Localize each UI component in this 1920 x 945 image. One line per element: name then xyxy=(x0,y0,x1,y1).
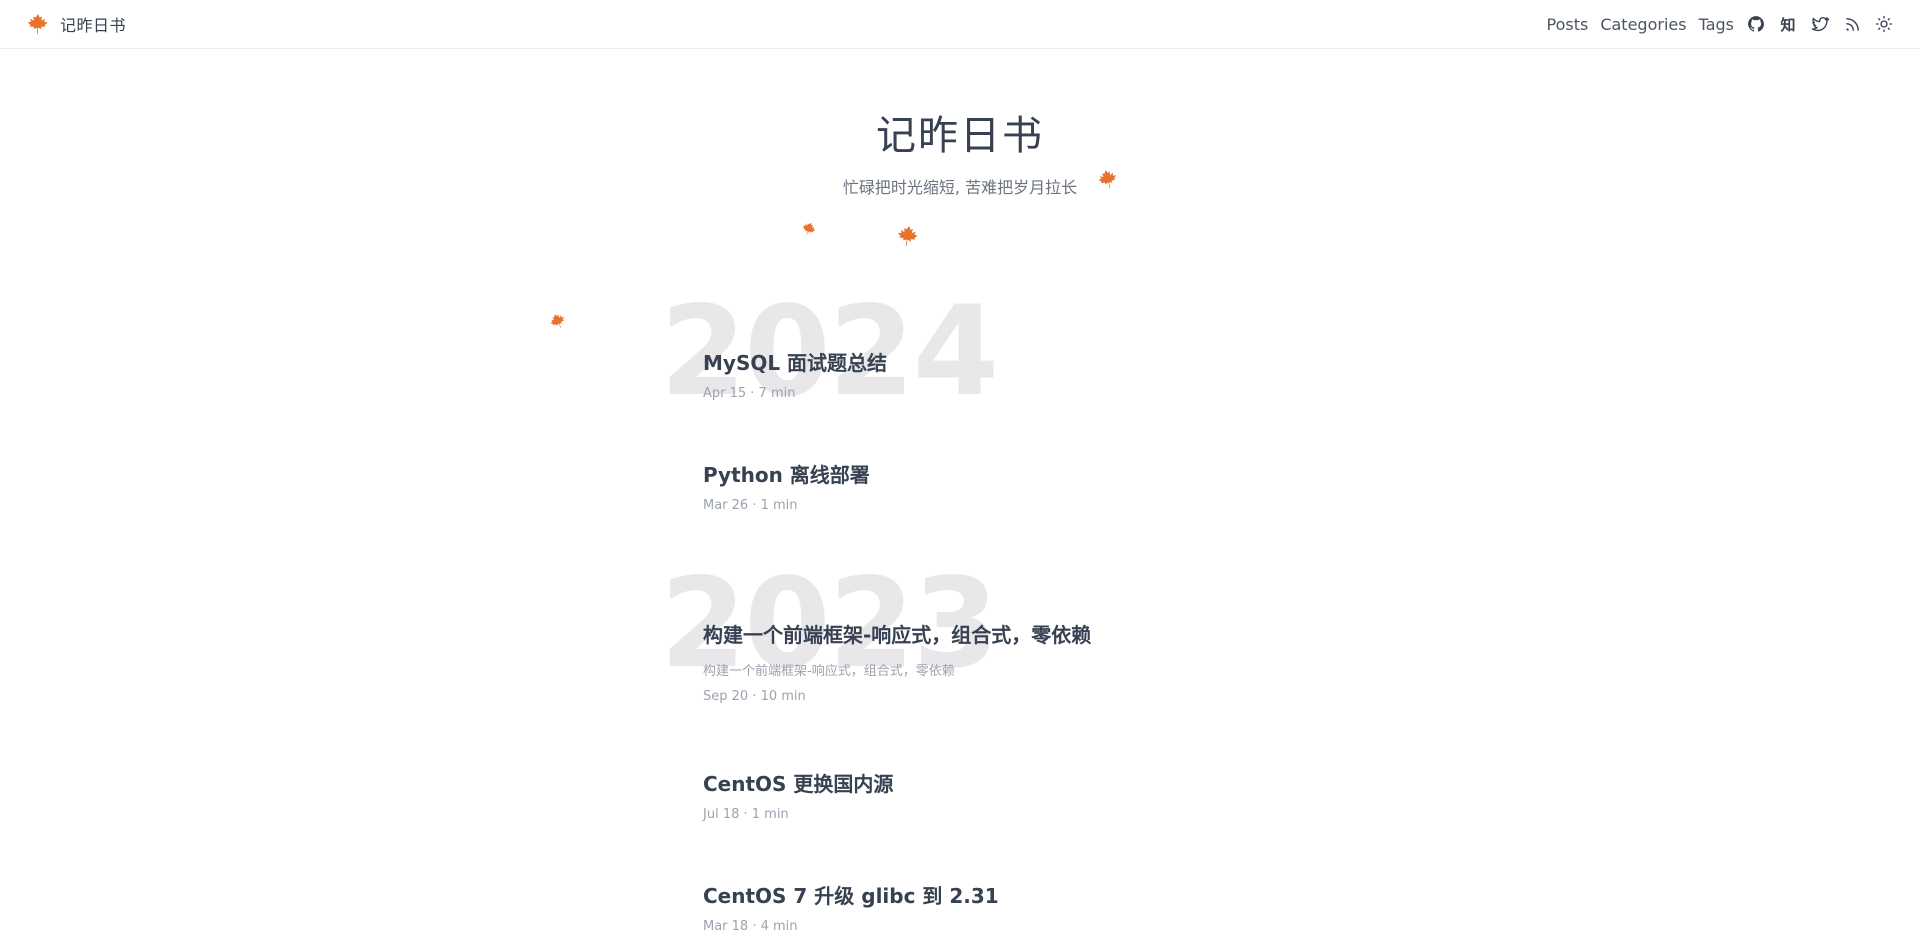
post-item[interactable]: 构建一个前端框架-响应式，组合式，零依赖 构建一个前端框架-响应式，组合式，零依… xyxy=(703,619,1091,704)
post-title[interactable]: CentOS 更换国内源 xyxy=(703,768,893,797)
nav-tags[interactable]: Tags xyxy=(1699,15,1734,34)
falling-leaf-icon xyxy=(549,312,567,334)
falling-leaf-icon xyxy=(896,224,920,252)
post-meta: Mar 26 · 1 min xyxy=(703,498,798,513)
brand-title: 记昨日书 xyxy=(60,16,127,35)
maple-leaf-icon xyxy=(26,12,50,36)
nav-posts[interactable]: Posts xyxy=(1547,15,1589,34)
post-description: 构建一个前端框架-响应式，组合式，零依赖 xyxy=(703,664,955,679)
twitter-icon[interactable] xyxy=(1810,14,1830,34)
post-title[interactable]: Python 离线部署 xyxy=(703,459,870,488)
nav-categories[interactable]: Categories xyxy=(1600,15,1686,34)
github-icon[interactable] xyxy=(1746,14,1766,34)
post-item[interactable]: MySQL 面试题总结 Apr 15 · 7 min xyxy=(703,347,887,401)
home-link[interactable]: 记昨日书 xyxy=(26,12,126,36)
site-title: 记昨日书 xyxy=(876,113,1044,159)
post-meta: Mar 18 · 4 min xyxy=(703,919,798,934)
main-nav: Posts Categories Tags 知 xyxy=(1547,14,1894,34)
post-title[interactable]: MySQL 面试题总结 xyxy=(703,347,887,376)
post-title[interactable]: 构建一个前端框架-响应式，组合式，零依赖 xyxy=(703,619,1091,648)
falling-leaf-icon xyxy=(801,221,817,241)
post-item[interactable]: Python 离线部署 Mar 26 · 1 min xyxy=(703,459,870,513)
falling-leaf-icon xyxy=(1097,168,1119,194)
rss-icon[interactable] xyxy=(1842,14,1862,34)
post-item[interactable]: CentOS 7 升级 glibc 到 2.31 Mar 18 · 4 min xyxy=(703,880,999,934)
post-item[interactable]: CentOS 更换国内源 Jul 18 · 1 min xyxy=(703,768,893,822)
top-navbar: 记昨日书 Posts Categories Tags 知 xyxy=(0,0,1920,49)
site-subtitle: 忙碌把时光缩短, 苦难把岁月拉长 xyxy=(842,178,1078,197)
post-meta: Jul 18 · 1 min xyxy=(703,807,789,822)
zhihu-icon[interactable]: 知 xyxy=(1778,14,1798,34)
hero: 记昨日书 忙碌把时光缩短, 苦难把岁月拉长 xyxy=(0,110,1920,198)
post-title[interactable]: CentOS 7 升级 glibc 到 2.31 xyxy=(703,880,999,909)
post-meta: Sep 20 · 10 min xyxy=(703,689,806,704)
sun-icon[interactable] xyxy=(1874,14,1894,34)
post-meta: Apr 15 · 7 min xyxy=(703,386,796,401)
